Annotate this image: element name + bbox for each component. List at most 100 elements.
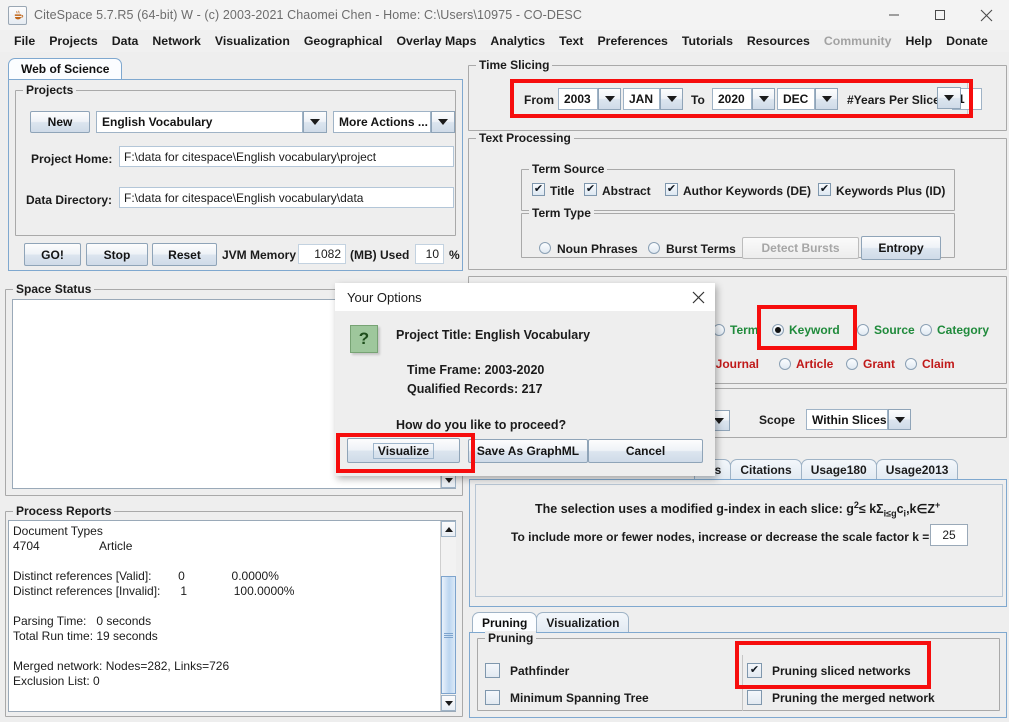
radio-burst-terms-label: Burst Terms	[666, 242, 736, 256]
tab-usage2013[interactable]: Usage2013	[875, 459, 959, 479]
scrollbar-thumb[interactable]	[441, 576, 456, 694]
stop-button[interactable]: Stop	[86, 243, 148, 266]
radio-source-label: Source	[874, 323, 915, 337]
maximize-icon[interactable]	[917, 0, 963, 30]
tab-citations[interactable]: Citations	[730, 459, 802, 479]
checkbox-pruning-merged-network[interactable]	[747, 690, 762, 705]
report-line: Merged network: Nodes=282, Links=726	[13, 659, 230, 673]
radio-grant[interactable]	[846, 358, 858, 370]
close-icon[interactable]	[681, 283, 715, 311]
menu-visualization[interactable]: Visualization	[208, 30, 297, 52]
checkbox-title[interactable]: ✔	[532, 183, 545, 196]
report-line: Document Types	[13, 524, 103, 538]
process-reports-textarea[interactable]: Document Types 4704 Article Distinct ref…	[8, 520, 456, 712]
to-year-select[interactable]: 2020	[712, 88, 752, 110]
tab-visualization[interactable]: Visualization	[536, 612, 630, 632]
from-month-select[interactable]: JAN	[623, 88, 660, 110]
project-home-field[interactable]: F:\data for citespace\English vocabulary…	[119, 146, 454, 167]
scale-factor-label: To include more or fewer nodes, increase…	[511, 530, 930, 544]
menu-file[interactable]: File	[7, 30, 42, 52]
space-status-group-label: Space Status	[13, 282, 95, 296]
tab-pruning[interactable]: Pruning	[472, 612, 538, 632]
more-actions-select[interactable]: More Actions ...	[333, 111, 431, 133]
dialog-prompt: How do you like to proceed?	[396, 418, 567, 432]
menu-analytics[interactable]: Analytics	[483, 30, 552, 52]
project-select[interactable]: English Vocabulary	[96, 111, 303, 133]
dialog-qualified-records: Qualified Records: 217	[407, 382, 543, 396]
save-as-graphml-button[interactable]: Save As GraphML	[468, 439, 588, 463]
scroll-down-icon[interactable]	[441, 695, 456, 711]
to-month-chevron-down-icon[interactable]	[815, 88, 838, 110]
scroll-up-icon[interactable]	[441, 521, 456, 537]
checkbox-pruning-sliced-networks[interactable]: ✔	[747, 663, 762, 678]
more-actions-chevron-down-icon[interactable]	[431, 111, 455, 133]
entropy-button[interactable]: Entropy	[861, 236, 941, 260]
checkbox-title-label: Title	[550, 184, 575, 198]
term-source-group-label: Term Source	[529, 162, 608, 176]
radio-claim[interactable]	[905, 358, 917, 370]
from-year-select[interactable]: 2003	[558, 88, 598, 110]
from-year-chevron-down-icon[interactable]	[598, 88, 621, 110]
checkbox-pathfinder[interactable]	[485, 663, 500, 678]
tab-usage180[interactable]: Usage180	[800, 459, 877, 479]
jvm-memory-label: JVM Memory	[222, 248, 297, 262]
data-directory-field[interactable]: F:\data for citespace\English vocabulary…	[119, 187, 454, 208]
menu-overlay-maps[interactable]: Overlay Maps	[389, 30, 483, 52]
from-month-chevron-down-icon[interactable]	[660, 88, 683, 110]
menu-preferences[interactable]: Preferences	[590, 30, 674, 52]
radio-article[interactable]	[779, 358, 791, 370]
menu-projects[interactable]: Projects	[42, 30, 105, 52]
menu-help[interactable]: Help	[898, 30, 939, 52]
visualize-button[interactable]: Visualize	[347, 438, 460, 463]
tab-web-of-science[interactable]: Web of Science	[8, 58, 123, 79]
menu-tutorials[interactable]: Tutorials	[675, 30, 740, 52]
minimize-icon[interactable]	[871, 0, 917, 30]
menu-donate[interactable]: Donate	[939, 30, 995, 52]
to-year-chevron-down-icon[interactable]	[752, 88, 775, 110]
menu-network[interactable]: Network	[145, 30, 208, 52]
scope-select[interactable]: Within Slices	[806, 409, 888, 430]
scope-label: Scope	[759, 413, 796, 427]
jvm-percent-value: 10	[415, 244, 444, 264]
process-reports-scrollbar[interactable]	[440, 521, 456, 711]
menu-resources[interactable]: Resources	[740, 30, 817, 52]
selection-tabstrip: lds Citations Usage180 Usage2013	[694, 459, 959, 479]
checkbox-author-keywords[interactable]: ✔	[665, 183, 678, 196]
checkbox-minimum-spanning-tree[interactable]	[485, 690, 500, 705]
radio-burst-terms[interactable]	[648, 242, 660, 254]
question-icon: ?	[350, 325, 378, 353]
years-per-slice-chevron-down-icon[interactable]	[937, 87, 961, 109]
years-per-slice-label: #Years Per Slice	[847, 93, 940, 107]
to-month-select[interactable]: DEC	[777, 88, 815, 110]
checkbox-keywords-plus[interactable]: ✔	[818, 183, 831, 196]
formula-mid: ≤ kΣ	[858, 502, 884, 517]
to-label: To	[691, 93, 705, 107]
close-icon[interactable]	[963, 0, 1009, 30]
new-project-button[interactable]: New	[30, 111, 90, 133]
project-select-chevron-down-icon[interactable]	[303, 111, 327, 133]
dialog-project-title: Project Title: English Vocabulary	[396, 328, 591, 342]
scope-chevron-down-icon[interactable]	[888, 409, 911, 430]
radio-category[interactable]	[920, 324, 932, 336]
menu-data[interactable]: Data	[105, 30, 146, 52]
menu-bar: File Projects Data Network Visualization…	[0, 30, 1009, 52]
checkbox-abstract[interactable]: ✔	[584, 183, 597, 196]
citespace-window: CiteSpace 5.7.R5 (64-bit) W - (c) 2003-2…	[0, 0, 1009, 722]
menu-text[interactable]: Text	[552, 30, 590, 52]
formula-sub1: i≤g	[883, 508, 897, 519]
radio-source[interactable]	[857, 324, 869, 336]
process-reports-group-label: Process Reports	[13, 504, 115, 518]
report-line: 4704 Article	[13, 539, 133, 553]
window-controls	[871, 0, 1009, 30]
menu-geographical[interactable]: Geographical	[297, 30, 390, 52]
scale-factor-input[interactable]: 25	[930, 524, 968, 546]
java-coffee-icon	[8, 5, 27, 25]
radio-keyword[interactable]	[772, 324, 784, 336]
from-label: From	[524, 93, 554, 107]
radio-noun-phrases[interactable]	[539, 242, 551, 254]
reset-button[interactable]: Reset	[152, 243, 217, 266]
cancel-button[interactable]: Cancel	[588, 439, 703, 463]
radio-article-label: Article	[796, 357, 834, 371]
pruning-group-label: Pruning	[485, 631, 537, 645]
go-button[interactable]: GO!	[24, 243, 81, 266]
